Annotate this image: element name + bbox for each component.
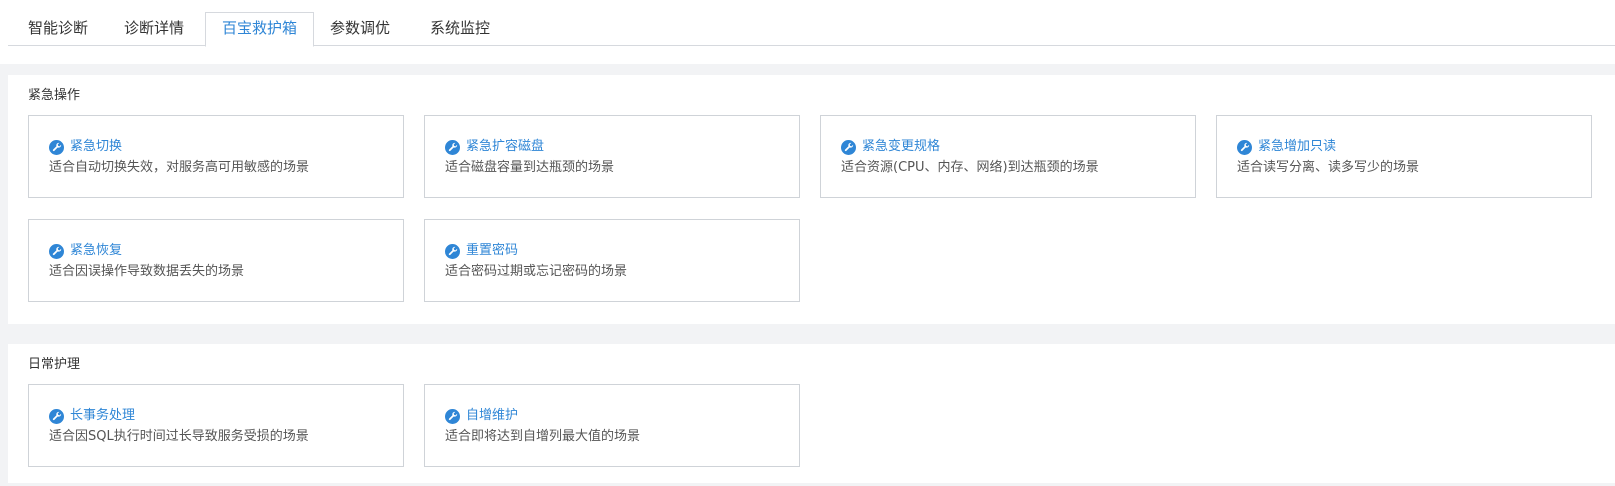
tab-parameter-tuning[interactable]: 参数调优 (314, 12, 406, 46)
emergency-switch-title: 紧急切换 (70, 139, 123, 154)
wrench-icon (49, 408, 64, 424)
emergency-section-title: 紧急操作 (28, 88, 81, 103)
emergency-disk-expansion-card[interactable]: 紧急扩容磁盘 适合磁盘容量到达瓶颈的场景 (424, 115, 800, 198)
daily-section-title: 日常护理 (28, 357, 81, 372)
card-title-row: 紧急恢复 (49, 242, 122, 260)
auto-increment-maintenance-card[interactable]: 自增维护 适合即将达到自增列最大值的场景 (424, 384, 800, 467)
wrench-icon (1237, 139, 1252, 155)
card-title-row: 紧急扩容磁盘 (445, 138, 544, 156)
emergency-disk-expansion-description: 适合磁盘容量到达瓶颈的场景 (445, 160, 615, 175)
toolbox-page: 智能诊断 诊断详情 百宝救护箱 参数调优 系统监控 紧急操作 紧急切换 适合自动… (0, 0, 1615, 486)
wrench-icon (445, 243, 460, 259)
reset-password-card[interactable]: 重置密码 适合密码过期或忘记密码的场景 (424, 219, 800, 302)
emergency-recovery-title: 紧急恢复 (70, 243, 123, 258)
tab-system-monitoring[interactable]: 系统监控 (414, 12, 506, 46)
daily-care-section: 日常护理 长事务处理 适合因SQL执行时间过长导致服务受损的场景 自增维护 适合… (8, 344, 1615, 483)
card-title-row: 重置密码 (445, 242, 518, 260)
long-transaction-title: 长事务处理 (70, 408, 136, 423)
card-title-row: 紧急增加只读 (1237, 138, 1336, 156)
emergency-spec-change-description: 适合资源(CPU、内存、网络)到达瓶颈的场景 (841, 160, 1099, 175)
wrench-icon (49, 243, 64, 259)
wrench-icon (445, 408, 460, 424)
auto-increment-maintenance-description: 适合即将达到自增列最大值的场景 (445, 429, 641, 444)
card-title-row: 紧急变更规格 (841, 138, 940, 156)
emergency-add-readonly-title: 紧急增加只读 (1258, 139, 1337, 154)
card-title-row: 长事务处理 (49, 407, 135, 425)
tab-toolbox[interactable]: 百宝救护箱 (205, 12, 315, 47)
card-title-row: 自增维护 (445, 407, 518, 425)
long-transaction-card[interactable]: 长事务处理 适合因SQL执行时间过长导致服务受损的场景 (28, 384, 404, 467)
reset-password-title: 重置密码 (466, 243, 519, 258)
emergency-spec-change-card[interactable]: 紧急变更规格 适合资源(CPU、内存、网络)到达瓶颈的场景 (820, 115, 1196, 198)
wrench-icon (49, 139, 64, 155)
emergency-switch-description: 适合自动切换失效，对服务高可用敏感的场景 (49, 160, 310, 175)
wrench-icon (445, 139, 460, 155)
tab-smart-diagnosis[interactable]: 智能诊断 (12, 12, 104, 46)
emergency-switch-card[interactable]: 紧急切换 适合自动切换失效，对服务高可用敏感的场景 (28, 115, 404, 198)
emergency-operations-section: 紧急操作 紧急切换 适合自动切换失效，对服务高可用敏感的场景 紧急扩容磁盘 适合… (8, 75, 1615, 324)
long-transaction-description: 适合因SQL执行时间过长导致服务受损的场景 (49, 429, 309, 444)
card-title-row: 紧急切换 (49, 138, 122, 156)
tab-diagnosis-details[interactable]: 诊断详情 (108, 12, 200, 46)
emergency-add-readonly-description: 适合读写分离、读多写少的场景 (1237, 160, 1420, 175)
emergency-disk-expansion-title: 紧急扩容磁盘 (466, 139, 545, 154)
tab-bar: 智能诊断 诊断详情 百宝救护箱 参数调优 系统监控 (8, 12, 1615, 47)
emergency-spec-change-title: 紧急变更规格 (862, 139, 941, 154)
emergency-recovery-card[interactable]: 紧急恢复 适合因误操作导致数据丢失的场景 (28, 219, 404, 302)
auto-increment-maintenance-title: 自增维护 (466, 408, 519, 423)
emergency-add-readonly-card[interactable]: 紧急增加只读 适合读写分离、读多写少的场景 (1216, 115, 1592, 198)
reset-password-description: 适合密码过期或忘记密码的场景 (445, 264, 628, 279)
wrench-icon (841, 139, 856, 155)
emergency-recovery-description: 适合因误操作导致数据丢失的场景 (49, 264, 245, 279)
